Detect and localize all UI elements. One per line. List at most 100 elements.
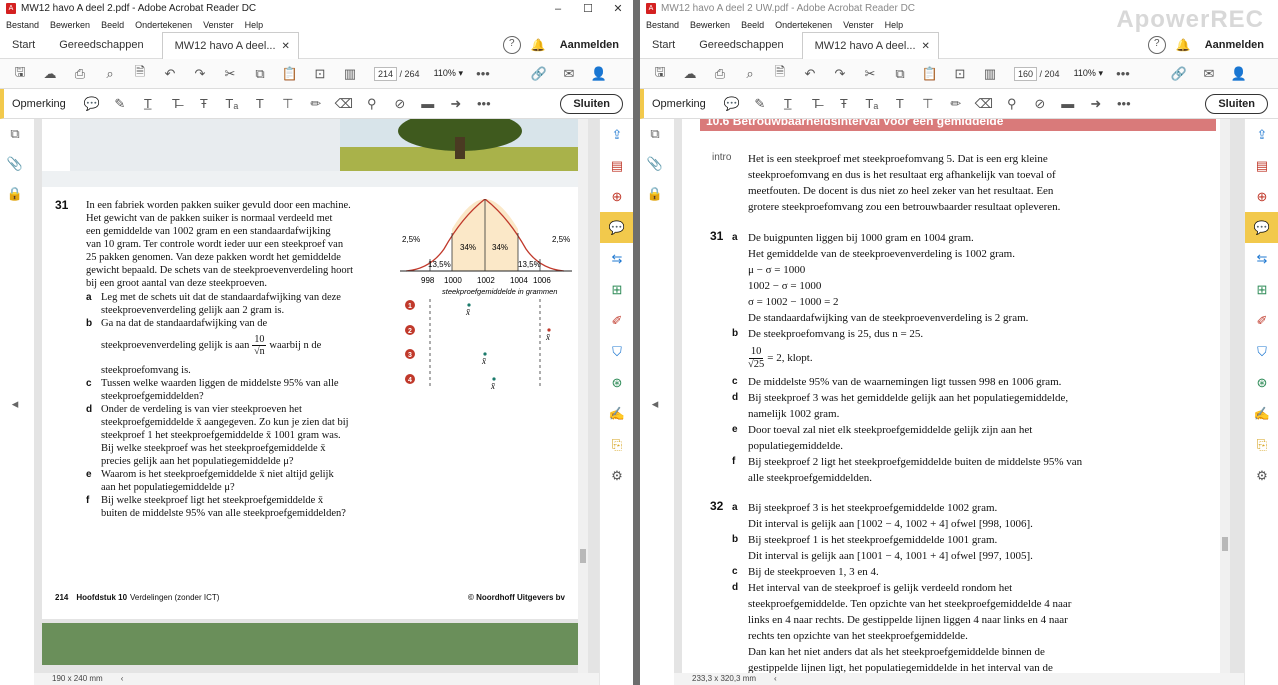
create-pdf-icon[interactable]: ⊕ [600,181,633,212]
more-tools-icon[interactable]: ••• [471,63,495,85]
edit-pdf-icon[interactable]: ✐ [1245,305,1278,336]
link-icon[interactable]: 🔗 [527,63,551,85]
notification-bell-icon[interactable]: 🔔 [1176,38,1191,52]
pencil-icon[interactable]: ✏ [944,93,968,115]
textbox-icon[interactable]: ⊤ [276,93,300,115]
close-window-button[interactable]: ✕ [603,2,633,15]
search-icon[interactable]: ⌕ [98,63,122,85]
help-icon[interactable]: ? [1147,36,1166,54]
insert-text-icon[interactable]: Tₐ [220,93,244,115]
print-icon[interactable]: ⎙ [68,63,92,85]
collapse-left-icon[interactable]: ◂ [0,389,30,419]
tab-document[interactable]: MW12 havo A deel... ✕ [161,31,299,59]
fill-sign-icon[interactable]: ✍ [1245,398,1278,429]
compress-icon[interactable]: ⊞ [1245,274,1278,305]
document-view[interactable]: 31 In een fabriek worden pakken suiker g… [34,119,599,673]
menu-beeld[interactable]: Beeld [101,20,124,30]
copy-icon[interactable]: ⧉ [248,63,272,85]
close-annotation-button[interactable]: Sluiten [1205,93,1268,114]
highlight-pen-icon[interactable]: ✎ [748,93,772,115]
comment-icon[interactable]: 💬 [720,93,744,115]
attachment-paperclip-icon[interactable]: 📎 [0,149,30,179]
clipboard-icon[interactable]: 📋 [278,63,302,85]
insert-text-icon[interactable]: Tₐ [860,93,884,115]
tab-start[interactable]: Start [0,39,47,51]
snapshot-icon[interactable]: ⊡ [308,63,332,85]
add-text-icon[interactable]: T [888,93,912,115]
read-mode-icon[interactable]: ▥ [978,63,1002,85]
more-annotation-icon[interactable]: ••• [472,93,496,115]
collapse-left-icon[interactable]: ◂ [640,389,670,419]
print-icon[interactable]: ⎙ [708,63,732,85]
lock-icon[interactable]: 🔒 [0,179,30,209]
zoom-select[interactable]: 110% ▾ [434,68,463,79]
line-icon[interactable]: ▬ [416,93,440,115]
add-user-icon[interactable]: 👤 [1227,63,1251,85]
organize-pages-icon[interactable]: ▤ [1245,150,1278,181]
link-icon[interactable]: 🔗 [1167,63,1191,85]
page-search-icon[interactable]: 🗎 [768,63,792,85]
comment-icon[interactable]: 💬 [80,93,104,115]
menu-venster[interactable]: Venster [203,20,234,30]
highlight-pen-icon[interactable]: ✎ [108,93,132,115]
line-icon[interactable]: ▬ [1056,93,1080,115]
scan-icon[interactable]: ⊛ [1245,367,1278,398]
menu-bewerken[interactable]: Bewerken [50,20,90,30]
menu-ondertekenen[interactable]: Ondertekenen [775,20,832,30]
more-tools-settings-icon[interactable]: ⚙ [1245,460,1278,491]
more-tools-icon[interactable]: ••• [1111,63,1135,85]
sign-in-button[interactable]: Aanmelden [1205,39,1264,51]
arrow-icon[interactable]: ➜ [444,93,468,115]
page-number-input[interactable]: 214 [374,66,398,81]
lock-icon[interactable]: 🔒 [640,179,670,209]
organize-pages-icon[interactable]: ▤ [600,150,633,181]
more-tools-settings-icon[interactable]: ⚙ [600,460,633,491]
combine-files-icon[interactable]: ⇆ [1245,243,1278,274]
document-view[interactable]: 10.6 Betrouwbaarheidsinterval voor een g… [674,119,1244,673]
sign-in-button[interactable]: Aanmelden [560,39,619,51]
eraser-icon[interactable]: ⌫ [972,93,996,115]
vertical-scrollbar[interactable] [578,119,588,673]
strikethrough-text-icon[interactable]: T̶ [164,93,188,115]
notification-bell-icon[interactable]: 🔔 [531,38,546,52]
export-pdf-icon[interactable]: ⇪ [1245,119,1278,150]
add-text-icon[interactable]: T [248,93,272,115]
send-for-signature-icon[interactable]: ⎘ [1245,429,1278,460]
replace-text-icon[interactable]: Ŧ [832,93,856,115]
menu-venster[interactable]: Venster [843,20,874,30]
stamp-icon[interactable]: ⚲ [1000,93,1024,115]
redo-icon[interactable]: ↷ [188,63,212,85]
combine-files-icon[interactable]: ⇆ [600,243,633,274]
more-annotation-icon[interactable]: ••• [1112,93,1136,115]
edit-pdf-icon[interactable]: ✐ [600,305,633,336]
upload-cloud-icon[interactable]: ☁ [38,63,62,85]
menu-beeld[interactable]: Beeld [741,20,764,30]
page-number-input[interactable]: 160 [1014,66,1038,81]
textbox-icon[interactable]: ⊤ [916,93,940,115]
attach-icon[interactable]: ⊘ [388,93,412,115]
pages-thumbnail-icon[interactable]: ⧉ [640,119,670,149]
zoom-select[interactable]: 110% ▾ [1074,68,1103,79]
fill-sign-icon[interactable]: ✍ [600,398,633,429]
strikethrough-text-icon[interactable]: T̶ [804,93,828,115]
vertical-scrollbar[interactable] [1220,119,1230,673]
mail-icon[interactable]: ✉ [557,63,581,85]
undo-icon[interactable]: ↶ [158,63,182,85]
menu-ondertekenen[interactable]: Ondertekenen [135,20,192,30]
tab-document[interactable]: MW12 havo A deel... ✕ [801,31,939,59]
tab-tools[interactable]: Gereedschappen [47,39,155,51]
scroll-thumb[interactable] [1222,537,1228,551]
help-icon[interactable]: ? [502,36,521,54]
cut-icon[interactable]: ✂ [218,63,242,85]
menu-help[interactable]: Help [245,20,264,30]
create-pdf-icon[interactable]: ⊕ [1245,181,1278,212]
pages-thumbnail-icon[interactable]: ⧉ [0,119,30,149]
eraser-icon[interactable]: ⌫ [332,93,356,115]
arrow-icon[interactable]: ➜ [1084,93,1108,115]
clipboard-icon[interactable]: 📋 [918,63,942,85]
mail-icon[interactable]: ✉ [1197,63,1221,85]
attachment-paperclip-icon[interactable]: 📎 [640,149,670,179]
attach-icon[interactable]: ⊘ [1028,93,1052,115]
export-pdf-icon[interactable]: ⇪ [600,119,633,150]
cut-icon[interactable]: ✂ [858,63,882,85]
